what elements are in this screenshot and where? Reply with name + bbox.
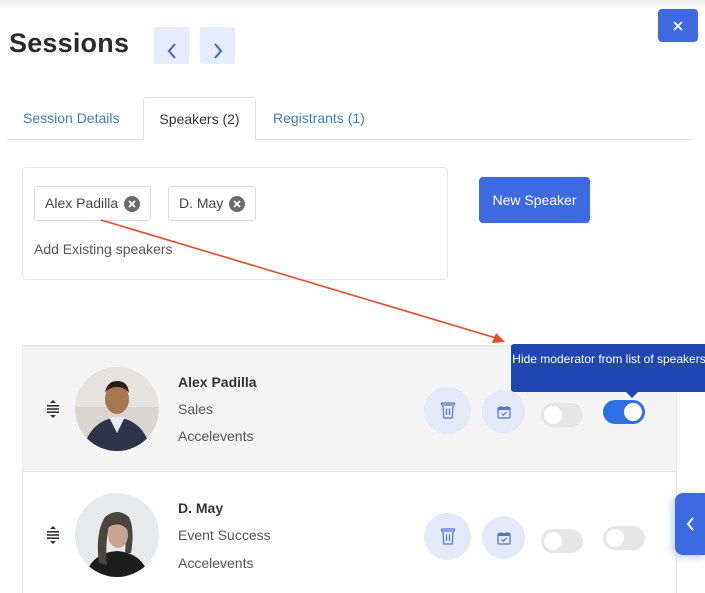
tooltip: Hide moderator from list of speakers — [511, 344, 705, 398]
chevron-right-icon — [213, 42, 222, 59]
drag-handle-icon[interactable] — [47, 526, 59, 544]
speaker-name: Alex Padilla — [178, 374, 257, 390]
tab-registrants[interactable]: Registrants (1) — [273, 97, 365, 140]
speaker-company: Accelevents — [178, 428, 254, 444]
drag-handle-icon[interactable] — [47, 400, 59, 418]
page-title: Sessions — [9, 28, 130, 58]
calendar-check-icon — [496, 405, 511, 419]
speaker-row: D. May Event Success Accelevents — [22, 471, 677, 593]
calendar-check-icon — [496, 531, 511, 545]
top-shadow — [0, 0, 705, 10]
speaker-toggle[interactable] — [541, 529, 583, 553]
schedule-button[interactable] — [482, 390, 525, 433]
new-speaker-button[interactable]: New Speaker — [479, 177, 590, 223]
trash-icon — [440, 528, 455, 545]
next-session-button[interactable] — [200, 27, 235, 64]
speaker-chip: D. May — [168, 186, 257, 221]
speaker-picker[interactable]: Alex Padilla D. May Add Existing speaker… — [22, 167, 448, 280]
side-panel-toggle[interactable] — [675, 493, 705, 555]
remove-chip-icon[interactable] — [124, 195, 141, 212]
chip-label: D. May — [179, 195, 224, 211]
speaker-company: Accelevents — [178, 555, 254, 571]
toggle-knob — [544, 532, 562, 550]
avatar — [75, 367, 159, 451]
speaker-title: Sales — [178, 401, 214, 417]
tab-bar: Session Details Speakers (2) Registrants… — [7, 97, 693, 141]
schedule-button[interactable] — [482, 516, 525, 559]
chevron-left-icon — [167, 42, 176, 59]
delete-speaker-button[interactable] — [424, 513, 471, 560]
delete-speaker-button[interactable] — [424, 387, 471, 434]
speaker-toggle[interactable] — [541, 403, 583, 427]
hide-moderator-toggle[interactable] — [603, 400, 645, 424]
toggle-knob — [606, 529, 624, 547]
toggle-knob — [544, 406, 562, 424]
tab-speakers[interactable]: Speakers (2) — [143, 97, 256, 141]
speaker-title: Event Success — [178, 527, 271, 543]
trash-icon — [440, 402, 455, 419]
speaker-name: D. May — [178, 500, 224, 516]
speaker-chip: Alex Padilla — [34, 186, 152, 221]
previous-session-button[interactable] — [154, 27, 189, 64]
hide-moderator-toggle[interactable] — [603, 526, 645, 550]
tab-session-details[interactable]: Session Details — [23, 97, 120, 140]
add-existing-speakers-input[interactable]: Add Existing speakers — [34, 241, 173, 257]
close-button[interactable] — [658, 9, 698, 42]
chip-label: Alex Padilla — [45, 195, 119, 211]
chevron-left-icon — [686, 517, 694, 531]
avatar — [75, 493, 159, 577]
toggle-knob — [624, 403, 642, 421]
close-icon — [673, 20, 683, 31]
remove-chip-icon[interactable] — [229, 195, 246, 212]
